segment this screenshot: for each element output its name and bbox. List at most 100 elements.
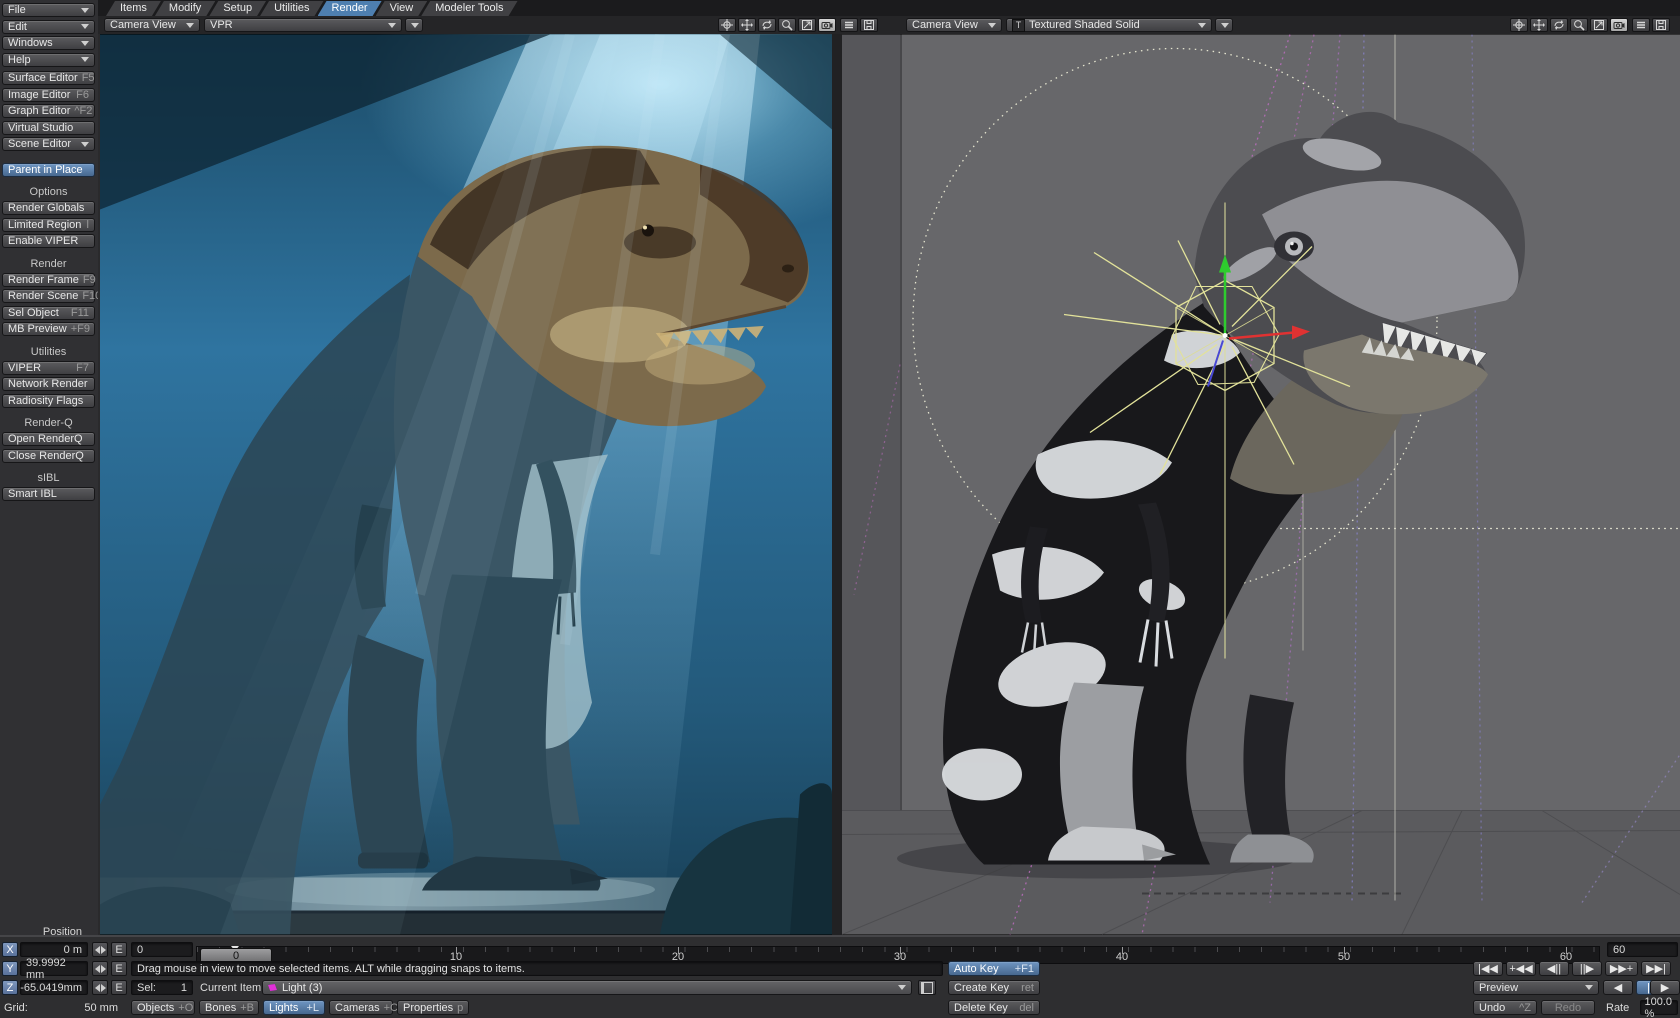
limited-region-button[interactable]: Limited Regionl (2, 218, 95, 232)
move-icon[interactable] (1530, 18, 1548, 32)
auto-key-button[interactable]: Auto Key+F1 (948, 961, 1040, 976)
tab-view[interactable]: View (376, 1, 428, 16)
go-end-button[interactable]: ▶▶| (1641, 961, 1671, 976)
rotate-icon[interactable] (1550, 18, 1568, 32)
x-envelope-button[interactable]: E (111, 942, 127, 957)
bones-button[interactable]: Bones+B (199, 1000, 259, 1015)
render-scene-button[interactable]: Render SceneF10 (2, 289, 95, 303)
z-stepper[interactable] (92, 980, 108, 995)
render-frame-button[interactable]: Render FrameF9 (2, 273, 95, 287)
left-render-mode-dropdown[interactable]: VPR (204, 18, 402, 32)
pan-icon[interactable] (718, 18, 736, 32)
tab-setup[interactable]: Setup (209, 1, 266, 16)
zoom-icon[interactable] (1570, 18, 1588, 32)
delete-key-button[interactable]: Delete Keydel (948, 1000, 1040, 1015)
smart-ibl-button[interactable]: Smart IBL (2, 487, 95, 501)
bottom-control-bar: X 0 m E 0 10 20 30 40 50 60 0 (0, 935, 1680, 1018)
rotate-icon[interactable] (758, 18, 776, 32)
current-frame-input[interactable]: 0 (131, 942, 193, 957)
lights-button[interactable]: Lights+L (263, 1000, 325, 1015)
cameras-button[interactable]: Cameras+C (329, 1000, 393, 1015)
scene-editor-button[interactable]: Scene Editor (2, 137, 95, 151)
item-properties-button[interactable] (918, 980, 936, 995)
z-envelope-button[interactable]: E (111, 980, 127, 995)
lightwave-layout-window: File Edit Windows Help Surface EditorF5 … (0, 0, 1680, 1018)
left-view-type-dropdown[interactable]: Camera View (104, 18, 200, 32)
graph-editor-button[interactable]: Graph Editor^F2 (2, 104, 95, 118)
render-globals-button[interactable]: Render Globals (2, 201, 95, 215)
x-stepper[interactable] (92, 942, 108, 957)
play-forward-button[interactable]: ▶ (1650, 980, 1680, 995)
main-tab-bar: Items Modify Setup Utilities Render View… (98, 0, 1680, 16)
menu-file[interactable]: File (2, 3, 95, 17)
grid-label: Grid: (4, 1002, 28, 1014)
prev-key-button[interactable]: +◀◀ (1506, 961, 1536, 976)
right-viewport-options-dropdown[interactable] (1215, 18, 1233, 32)
viewport-layout-icon[interactable] (860, 18, 878, 32)
opengl-viewport[interactable] (842, 34, 1680, 935)
preview-dropdown[interactable]: Preview (1473, 980, 1599, 995)
left-viewport-options-dropdown[interactable] (405, 18, 423, 32)
end-frame-input[interactable]: 60 (1607, 942, 1678, 957)
parent-in-place-button[interactable]: Parent in Place (2, 163, 95, 177)
axis-y-label: Y (2, 961, 18, 976)
rate-field[interactable]: 100.0 % (1640, 1000, 1678, 1015)
properties-button[interactable]: Propertiesp (397, 1000, 469, 1015)
position-z-field[interactable]: -65.0419mm (20, 980, 88, 995)
menu-edit[interactable]: Edit (2, 20, 95, 34)
zoom-icon[interactable] (778, 18, 796, 32)
step-back-button[interactable]: ◀|| (1539, 961, 1569, 976)
chevron-down-icon (988, 23, 996, 28)
tab-modeler-tools[interactable]: Modeler Tools (421, 1, 517, 16)
tab-utilities[interactable]: Utilities (260, 1, 323, 16)
virtual-studio-button[interactable]: Virtual Studio (2, 121, 95, 135)
play-reverse-button[interactable]: ◀ (1603, 980, 1633, 995)
objects-button[interactable]: Objects+O (131, 1000, 195, 1015)
chevron-down-icon (81, 57, 89, 62)
sel-object-button[interactable]: Sel ObjectF11 (2, 306, 95, 320)
axis-x-label: X (2, 942, 18, 957)
viper-button[interactable]: VIPERF7 (2, 361, 95, 375)
surface-editor-button[interactable]: Surface EditorF5 (2, 71, 95, 85)
open-renderq-button[interactable]: Open RenderQ (2, 432, 95, 446)
fit-view-icon[interactable] (798, 18, 816, 32)
viewport-layout-icon[interactable] (1652, 18, 1670, 32)
chevron-down-icon (186, 23, 194, 28)
create-key-button[interactable]: Create Keyret (948, 980, 1040, 995)
menu-help[interactable]: Help (2, 53, 95, 67)
network-render-button[interactable]: Network Render (2, 377, 95, 391)
camera-view-icon[interactable] (818, 18, 836, 32)
properties-panel-icon (921, 982, 933, 994)
vpr-viewport[interactable] (100, 34, 832, 935)
next-key-button[interactable]: ▶▶+ (1605, 961, 1638, 976)
right-view-type-dropdown[interactable]: Camera View (906, 18, 1002, 32)
fit-view-icon[interactable] (1590, 18, 1608, 32)
current-item-dropdown[interactable]: Light (3) (262, 980, 912, 995)
position-x-field[interactable]: 0 m (20, 942, 88, 957)
chevron-down-icon (81, 8, 89, 13)
undo-button[interactable]: Undo^Z (1473, 1000, 1537, 1015)
radiosity-flags-button[interactable]: Radiosity Flags (2, 394, 95, 408)
tab-render[interactable]: Render (318, 1, 382, 16)
step-forward-button[interactable]: ||▶ (1572, 961, 1602, 976)
chevron-down-icon (1585, 985, 1593, 990)
tab-modify[interactable]: Modify (155, 1, 215, 16)
viewport-menu-icon[interactable] (1632, 18, 1650, 32)
close-renderq-button[interactable]: Close RenderQ (2, 449, 95, 463)
viewport-menu-icon[interactable] (840, 18, 858, 32)
position-y-field[interactable]: 39.9992 mm (20, 961, 88, 976)
y-envelope-button[interactable]: E (111, 961, 127, 976)
pan-icon[interactable] (1510, 18, 1528, 32)
image-editor-button[interactable]: Image EditorF6 (2, 88, 95, 102)
tab-items[interactable]: Items (106, 1, 161, 16)
y-stepper[interactable] (92, 961, 108, 976)
move-icon[interactable] (738, 18, 756, 32)
go-start-button[interactable]: |◀◀ (1473, 961, 1503, 976)
right-render-mode-dropdown[interactable]: TTextured Shaded Solid (1006, 18, 1212, 32)
menu-windows[interactable]: Windows (2, 36, 95, 50)
mb-preview-button[interactable]: MB Preview+F9 (2, 322, 95, 336)
camera-view-icon[interactable] (1610, 18, 1628, 32)
enable-viper-button[interactable]: Enable VIPER (2, 234, 95, 248)
redo-button[interactable]: Redo (1541, 1000, 1595, 1015)
viewport-divider[interactable] (832, 34, 842, 935)
